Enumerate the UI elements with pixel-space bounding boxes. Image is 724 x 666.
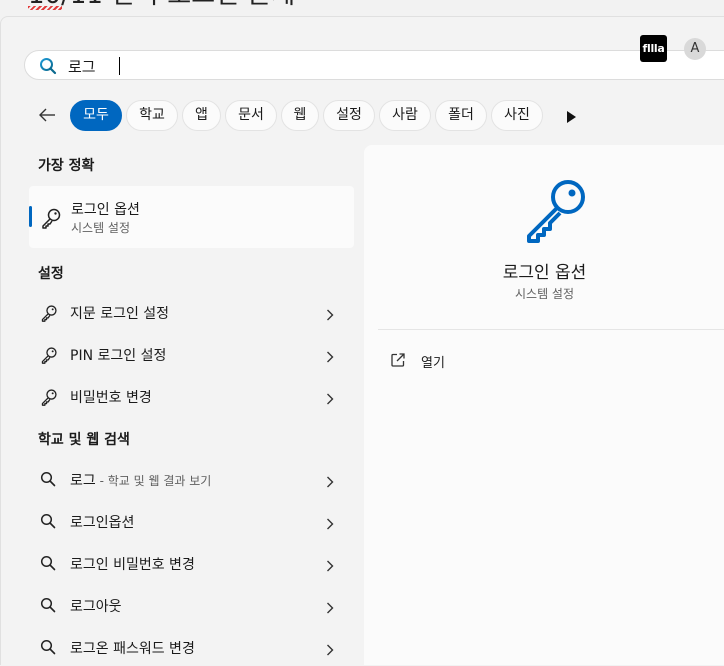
web-result-item[interactable]: 로그인 비밀번호 변경 [29,544,354,582]
play-icon[interactable] [565,109,577,128]
filter-tabs: 모두 학교 앱 문서 웹 설정 사람 폴더 사진 [1,99,724,133]
tab-people[interactable]: 사람 [379,100,431,131]
web-result-label: 로그아웃 [70,599,122,615]
spellcheck-underline [28,6,62,10]
web-result-label: 로그 - 학교 및 웹 결과 보기 [70,473,212,489]
web-result-item[interactable]: 로그온 패스워드 변경 [29,628,354,666]
web-result-item[interactable]: 로그아웃 [29,586,354,624]
web-result-hint: - 학교 및 웹 결과 보기 [95,474,212,488]
search-box[interactable] [24,50,724,80]
web-result-label: 로그온 패스워드 변경 [70,641,195,657]
tab-documents[interactable]: 문서 [225,100,277,131]
text-caret [119,57,120,75]
best-match-heading: 가장 정확 [38,158,95,174]
back-arrow-icon[interactable] [37,105,57,129]
settings-item-label: 지문 로그인 설정 [70,306,170,322]
settings-item-pin[interactable]: PIN 로그인 설정 [29,335,354,373]
settings-item-fingerprint[interactable]: 지문 로그인 설정 [29,293,354,331]
web-search-heading: 학교 및 웹 검색 [38,432,130,448]
best-match-subtitle: 시스템 설정 [71,221,131,235]
settings-item-label: 비밀번호 변경 [70,390,152,406]
tab-school[interactable]: 학교 [126,100,178,131]
key-icon [40,207,62,233]
chevron-right-icon [326,641,334,660]
detail-pane: 로그인 옵션 시스템 설정 열기 [364,145,724,665]
chevron-right-icon [326,599,334,618]
search-input[interactable] [68,55,668,77]
brand-logo[interactable]: fllla [640,35,667,62]
open-external-icon [390,352,406,372]
tab-settings[interactable]: 설정 [323,100,375,131]
best-match-title: 로그인 옵션 [71,202,140,218]
search-icon [40,597,56,617]
background-window-title: 10/11 한국 로그인 문제 [28,0,295,10]
chevron-right-icon [326,348,334,367]
web-result-label: 로그인 비밀번호 변경 [70,557,195,573]
chevron-right-icon [326,306,334,325]
search-icon [40,471,56,491]
settings-heading: 설정 [38,266,64,282]
tab-apps[interactable]: 앱 [182,100,221,131]
tab-folders[interactable]: 폴더 [435,100,487,131]
settings-item-password[interactable]: 비밀번호 변경 [29,377,354,415]
chevron-right-icon [326,515,334,534]
key-icon [40,304,58,326]
web-result-item[interactable]: 로그인옵션 [29,502,354,540]
search-icon [39,57,57,79]
settings-item-label: PIN 로그인 설정 [70,348,167,364]
search-icon [40,513,56,533]
chevron-right-icon [326,557,334,576]
key-icon [40,346,58,368]
search-icon [40,639,56,659]
selection-indicator [29,206,32,227]
tab-web[interactable]: 웹 [281,100,319,131]
detail-title: 로그인 옵션 [502,263,587,283]
detail-subtitle: 시스템 설정 [514,287,574,301]
key-icon [40,388,58,410]
chevron-right-icon [326,473,334,492]
web-result-label: 로그인옵션 [70,515,135,531]
avatar[interactable]: A [684,38,706,60]
search-icon [40,555,56,575]
key-icon [524,177,590,247]
open-action-label: 열기 [421,356,445,371]
best-match-item[interactable]: 로그인 옵션 시스템 설정 [29,186,354,248]
tab-all[interactable]: 모두 [70,100,122,131]
tab-photos[interactable]: 사진 [491,100,543,131]
chevron-right-icon [326,390,334,409]
search-panel: 모두 학교 앱 문서 웹 설정 사람 폴더 사진 fllla A 가장 정확 로… [0,16,724,665]
divider [378,329,724,330]
web-result-item[interactable]: 로그 - 학교 및 웹 결과 보기 [29,460,354,498]
